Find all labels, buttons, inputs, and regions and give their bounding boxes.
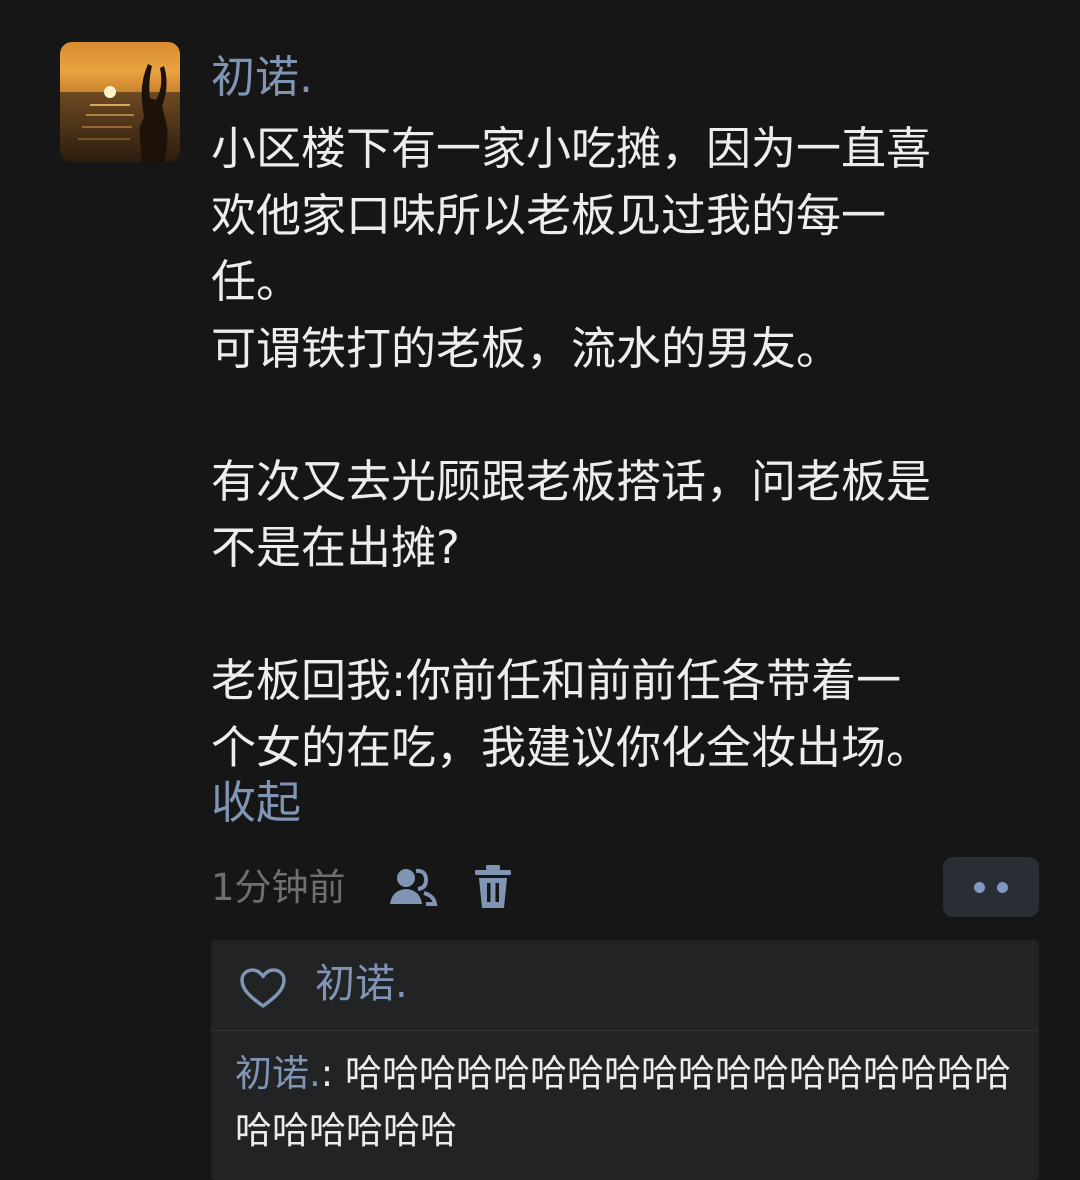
interaction-panel: 初诺. 初诺.: 哈哈哈哈哈哈哈哈哈哈哈哈哈哈哈哈哈哈哈哈哈哈哈哈 <box>211 940 1039 1180</box>
post-line: 可谓铁打的老板，流水的男友。 <box>211 321 842 375</box>
more-dots-icon <box>997 882 1008 893</box>
post-line: 有次又去光顾跟老板搭话，问老板是 <box>211 454 932 508</box>
likes-row: 初诺. <box>211 940 1039 1031</box>
comment-author[interactable]: 初诺. <box>235 1052 321 1095</box>
avatar-photo <box>60 42 180 162</box>
post-timestamp: 1分钟前 <box>211 866 346 909</box>
post-meta-row: 1分钟前 <box>211 857 1041 917</box>
trash-icon[interactable] <box>473 864 513 910</box>
comment-item[interactable]: 初诺.: 哈哈哈哈哈哈哈哈哈哈哈哈哈哈哈哈哈哈哈哈哈哈哈哈 <box>235 1045 1035 1159</box>
post-author-name[interactable]: 初诺. <box>211 50 313 106</box>
more-button[interactable] <box>943 857 1039 917</box>
comment-separator: : <box>320 1052 345 1095</box>
post-line: 任。 <box>211 255 302 308</box>
post-body: 小区楼下有一家小吃摊，因为一直喜 欢他家口味所以老板见过我的每一 任。 可谓铁打… <box>211 116 1051 781</box>
people-icon[interactable] <box>388 866 438 910</box>
heart-icon <box>239 967 287 1009</box>
post-line: 个女的在吃，我建议你化全妆出场。 <box>211 720 932 774</box>
post-line: 小区楼下有一家小吃摊，因为一直喜 <box>211 122 932 175</box>
collapse-link[interactable]: 收起 <box>211 772 301 834</box>
post-line: 老板回我:你前任和前前任各带着一 <box>211 654 902 707</box>
liker-name[interactable]: 初诺. <box>315 958 408 1010</box>
avatar[interactable] <box>60 42 180 162</box>
post-line: 不是在出摊? <box>211 521 460 574</box>
post-line: 欢他家口味所以老板见过我的每一 <box>211 188 887 242</box>
more-dots-icon <box>974 882 985 893</box>
comment-text: 哈哈哈哈哈哈哈哈哈哈哈哈哈哈哈哈哈哈哈哈哈哈哈哈 <box>235 1052 1011 1152</box>
